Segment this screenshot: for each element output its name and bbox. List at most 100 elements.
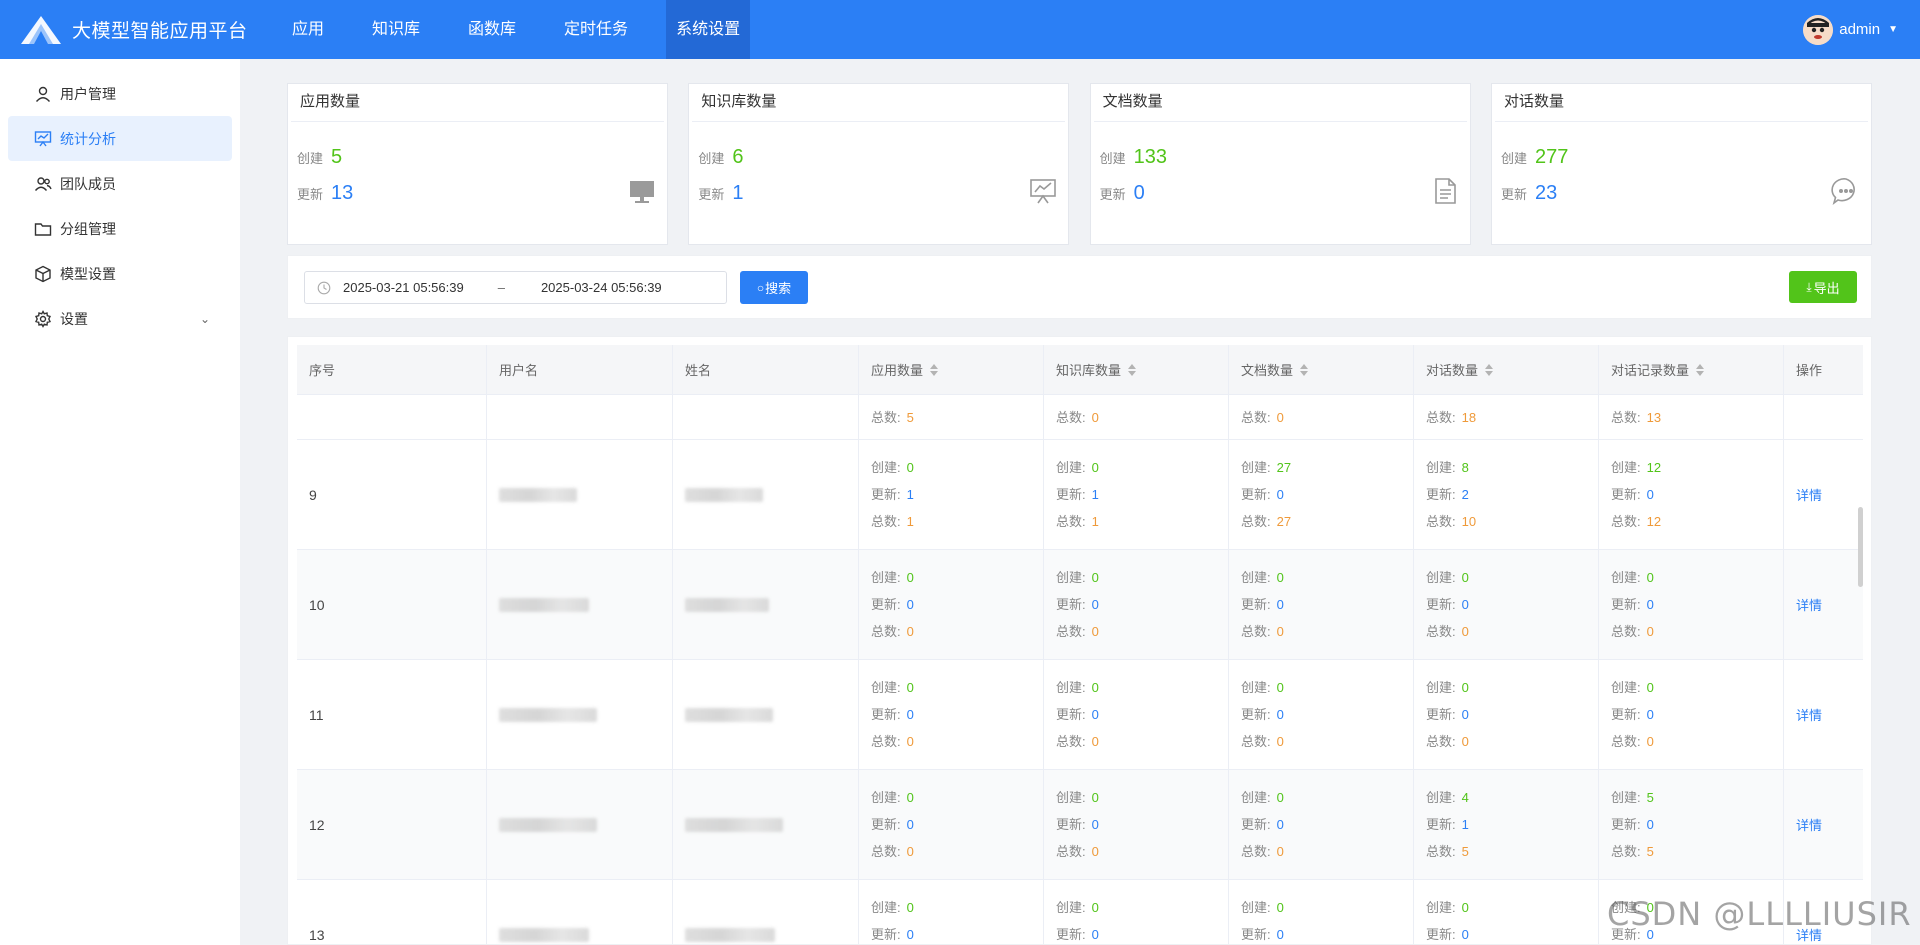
total-value: 0 bbox=[1091, 409, 1099, 425]
sidebar-item-team-members[interactable]: 团队成员 bbox=[8, 161, 232, 206]
detail-link[interactable]: 详情 bbox=[1796, 595, 1863, 614]
table-body: 总数: 5 总数: 0 总数: 0 总数: 18 总数: 13 9 创建: 0 更新: 1 总数: 1 创建: 0 更… bbox=[297, 395, 1863, 944]
total-label: 总数: bbox=[1611, 844, 1641, 859]
update-value: 0 bbox=[1276, 817, 1284, 832]
index-cell: 12 bbox=[297, 770, 487, 879]
action-cell: 详情 bbox=[1784, 660, 1863, 769]
username-cell bbox=[487, 395, 673, 439]
create-label: 创建: bbox=[1426, 680, 1456, 695]
column-header-knowledge[interactable]: 知识库数量 bbox=[1044, 345, 1229, 394]
create-label: 创建: bbox=[1241, 790, 1271, 805]
table-scrollbar[interactable] bbox=[1858, 507, 1863, 587]
sort-icon[interactable] bbox=[930, 363, 939, 376]
create-label: 创建: bbox=[1611, 790, 1641, 805]
create-label: 创建 bbox=[1099, 151, 1126, 166]
detail-link[interactable]: 详情 bbox=[1796, 705, 1863, 724]
filter-bar: 2025-03-21 05:56:39 – 2025-03-24 05:56:3… bbox=[287, 255, 1872, 319]
table-row: 9 创建: 0 更新: 1 总数: 1 创建: 0 更新: 1 总数: 1 创建: 27 更新: 0 总数: 27 创… bbox=[297, 440, 1863, 550]
column-header-documents[interactable]: 文档数量 bbox=[1229, 345, 1414, 394]
nav-apps[interactable]: 应用 bbox=[282, 0, 334, 59]
redacted-username bbox=[499, 707, 597, 722]
update-label: 更新: bbox=[1056, 707, 1086, 722]
metric-cell: 创建: 0 更新: 0 总数: 0 bbox=[1044, 550, 1229, 659]
sort-icon[interactable] bbox=[1696, 363, 1705, 376]
sidebar-item-statistics[interactable]: 统计分析 bbox=[8, 116, 232, 161]
redacted-username bbox=[499, 487, 577, 502]
user-menu[interactable]: admin ▼ bbox=[1803, 0, 1898, 59]
create-value: 0 bbox=[1646, 680, 1654, 695]
total-label: 总数: bbox=[1241, 734, 1271, 749]
update-value: 0 bbox=[1091, 597, 1099, 612]
sort-icon[interactable] bbox=[1485, 363, 1494, 376]
nav-scheduled-tasks[interactable]: 定时任务 bbox=[554, 0, 638, 59]
sidebar-item-group-management[interactable]: 分组管理 bbox=[8, 206, 232, 251]
create-label: 创建: bbox=[871, 680, 901, 695]
total-value: 0 bbox=[1276, 734, 1284, 749]
total-value: 10 bbox=[1461, 514, 1477, 529]
index-cell: 9 bbox=[297, 440, 487, 549]
sidebar-item-user-management[interactable]: 用户管理 bbox=[8, 71, 232, 116]
metric-cell: 创建: 0 更新: 0 总数: 0 bbox=[1599, 660, 1784, 769]
metric-cell: 创建: 4 更新: 1 总数: 5 bbox=[1414, 770, 1599, 879]
metric-cell: 创建: 0 更新: 0 总数: 0 bbox=[859, 770, 1044, 879]
search-button-label: 搜索 bbox=[765, 281, 792, 296]
column-header-conversations[interactable]: 对话数量 bbox=[1414, 345, 1599, 394]
total-label: 总数: bbox=[1611, 514, 1641, 529]
update-value: 0 bbox=[1646, 597, 1654, 612]
sort-icon[interactable] bbox=[1128, 363, 1137, 376]
create-label: 创建: bbox=[1426, 460, 1456, 475]
detail-link[interactable]: 详情 bbox=[1796, 485, 1863, 504]
chart-board-icon bbox=[34, 130, 52, 146]
create-label: 创建: bbox=[1241, 680, 1271, 695]
app-logo[interactable]: 大模型智能应用平台 bbox=[0, 0, 270, 59]
table-row: 12 创建: 0 更新: 0 总数: 0 创建: 0 更新: 0 总数: 0 创建: 0 更新: 0 总数: 0 创建… bbox=[297, 770, 1863, 880]
update-label: 更新 bbox=[297, 187, 324, 202]
create-count: 5 bbox=[331, 146, 343, 168]
column-header-chat-records[interactable]: 对话记录数量 bbox=[1599, 345, 1784, 394]
sidebar-item-model-settings[interactable]: 模型设置 bbox=[8, 251, 232, 296]
end-date[interactable]: 2025-03-24 05:56:39 bbox=[541, 280, 662, 295]
update-value: 1 bbox=[906, 487, 914, 502]
nav-knowledge-base[interactable]: 知识库 bbox=[362, 0, 430, 59]
metric-cell: 创建: 0 更新: 0 总数: 0 bbox=[1599, 550, 1784, 659]
total-label: 总数: bbox=[1056, 624, 1086, 639]
update-count: 23 bbox=[1535, 182, 1558, 204]
table-row: 11 创建: 0 更新: 0 总数: 0 创建: 0 更新: 0 总数: 0 创建: 0 更新: 0 总数: 0 创建… bbox=[297, 660, 1863, 770]
nav-function-library[interactable]: 函数库 bbox=[458, 0, 526, 59]
create-label: 创建 bbox=[297, 151, 324, 166]
update-label: 更新: bbox=[1426, 707, 1456, 722]
metric-cell: 创建: 0 更新: 0 总数: 0 bbox=[1044, 770, 1229, 879]
total-value: 0 bbox=[906, 734, 914, 749]
date-range-picker[interactable]: 2025-03-21 05:56:39 – 2025-03-24 05:56:3… bbox=[304, 271, 727, 304]
row-index: 13 bbox=[309, 926, 325, 943]
total-value: 1 bbox=[906, 514, 914, 529]
column-header-apps[interactable]: 应用数量 bbox=[859, 345, 1044, 394]
create-label: 创建: bbox=[1426, 790, 1456, 805]
update-value: 1 bbox=[1461, 817, 1469, 832]
total-value: 0 bbox=[1646, 624, 1654, 639]
caret-down-icon: ▼ bbox=[1888, 24, 1898, 35]
create-value: 0 bbox=[1646, 570, 1654, 585]
detail-link[interactable]: 详情 bbox=[1796, 815, 1863, 834]
create-value: 27 bbox=[1276, 460, 1292, 475]
column-header-actions: 操作 bbox=[1796, 363, 1823, 378]
update-label: 更新 bbox=[1099, 187, 1126, 202]
create-count: 6 bbox=[732, 146, 744, 168]
update-count: 1 bbox=[732, 182, 744, 204]
chevron-down-icon: ⌄ bbox=[199, 311, 210, 326]
total-value: 0 bbox=[1276, 624, 1284, 639]
metric-cell: 创建: 27 更新: 0 总数: 27 bbox=[1229, 440, 1414, 549]
start-date[interactable]: 2025-03-21 05:56:39 bbox=[343, 280, 464, 295]
update-label: 更新: bbox=[1241, 597, 1271, 612]
nav-system-settings[interactable]: 系统设置 bbox=[666, 0, 751, 59]
card-title: 文档数量 bbox=[1093, 84, 1467, 122]
metric-cell: 创建: 0 更新: 0 总数: 0 bbox=[859, 660, 1044, 769]
sort-icon[interactable] bbox=[1300, 363, 1309, 376]
search-button[interactable]: ○ 搜索 bbox=[740, 271, 808, 304]
update-label: 更新: bbox=[1056, 927, 1086, 942]
sidebar-item-settings[interactable]: 设置 ⌄ bbox=[8, 296, 232, 341]
export-button[interactable]: ⤓ 导出 bbox=[1789, 271, 1857, 303]
column-header-name: 姓名 bbox=[673, 345, 859, 394]
metric-cell: 创建: 0 更新: 0 总数: 0 bbox=[1229, 770, 1414, 879]
update-label: 更新: bbox=[871, 707, 901, 722]
